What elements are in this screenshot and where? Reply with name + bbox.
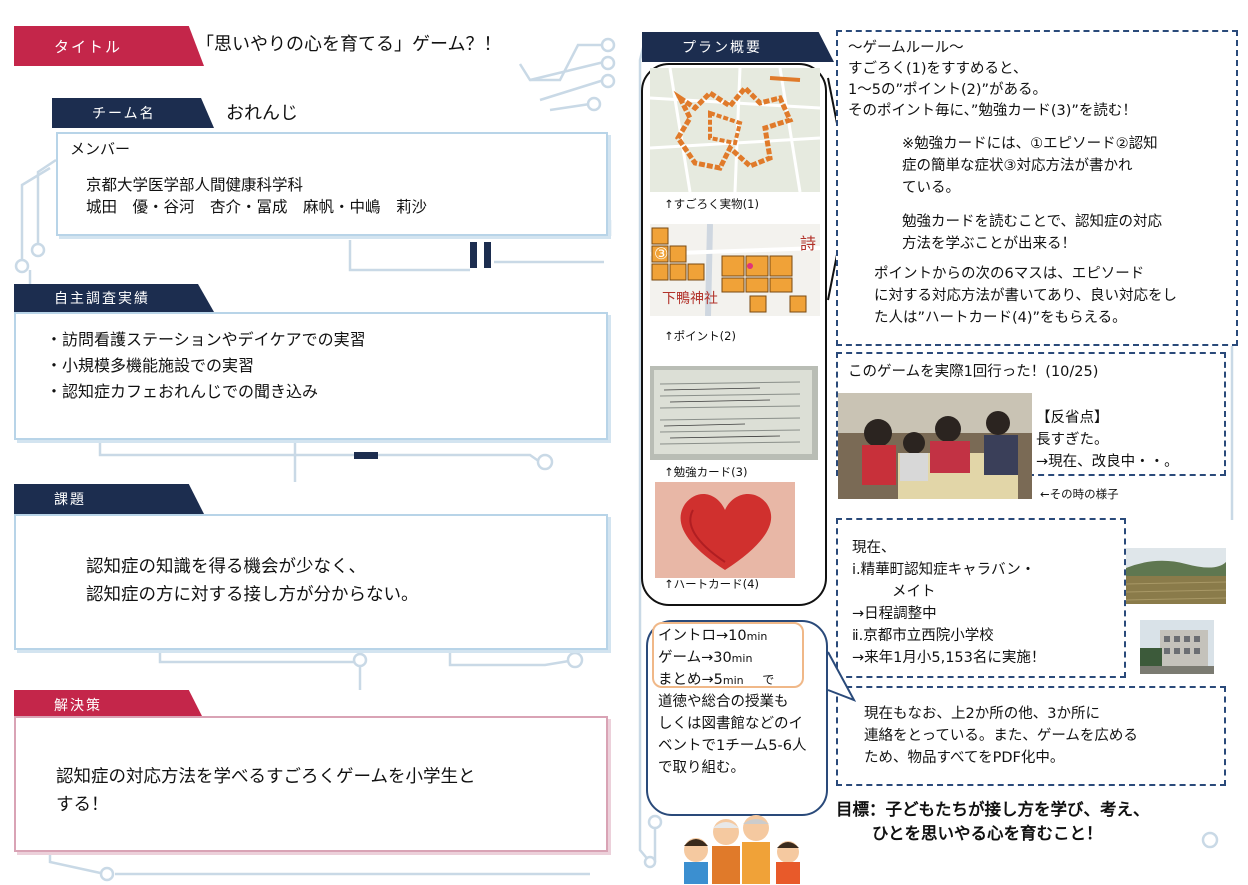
team-tag: チーム名 <box>52 98 214 128</box>
title-tag-label: タイトル <box>54 37 123 56</box>
issue-tag: 課題 <box>14 484 204 514</box>
scene-caption: ←その時の様子 <box>1040 487 1119 501</box>
rules-learn-line: 勉強カードを読むことで、認知症の対応 <box>902 214 1162 230</box>
schedule-game: ゲーム→30min <box>658 650 753 666</box>
research-panel: ・訪問看護ステーションやデイケアでの実習 ・小規模多機能施設での実習 ・認知症カ… <box>14 312 608 440</box>
current-box: 現在、 ⅰ.精華町認知症キャラバン・ メイト →日程調整中 ⅱ.京都市立西院小学… <box>836 518 1126 678</box>
current-line: →来年1月小5,153名に実施！ <box>852 650 1046 666</box>
issue-line: 認知症の方に対する接し方が分からない。 <box>86 585 419 605</box>
current-line: 現在、 <box>852 540 896 556</box>
research-tag: 自主調査実績 <box>14 284 214 312</box>
schedule-summary: まとめ→5min で <box>658 672 775 688</box>
solution-line: 認知症の対応方法を学べるすごろくゲームを小学生と <box>56 767 476 787</box>
trial-photo <box>838 393 1032 499</box>
research-tag-label: 自主調査実績 <box>54 291 150 307</box>
school-photo <box>1140 620 1214 674</box>
contact-box: 現在もなお、上2か所の他、3か所に 連絡をとっている。また、ゲームを広める ため… <box>836 686 1226 786</box>
research-item: ・小規模多機能施設での実習 <box>46 356 255 375</box>
solution-panel: 認知症の対応方法を学べるすごろくゲームを小学生と する！ <box>14 716 608 852</box>
members-affiliation: 京都大学医学部人間健康科学科 <box>86 176 304 194</box>
point-shrine: 下鴨神社 <box>662 291 718 307</box>
schedule-line: 道徳や総合の授業も <box>658 694 789 710</box>
rules-learn-line: 方法を学ぶことが出来る！ <box>902 236 1076 252</box>
contact-line: ため、物品すべてをPDF化中。 <box>864 750 1065 766</box>
current-line: メイト <box>892 584 936 600</box>
rules-line: すごろく(1)をすすめると、 <box>848 61 1028 77</box>
trial-line: 【反省点】 <box>1036 410 1109 426</box>
members-heading: メンバー <box>70 140 131 158</box>
field-photo <box>1126 548 1226 604</box>
current-line: ⅱ.京都市立西院小学校 <box>852 628 994 644</box>
rules-heart-line: に対する対応方法が書いてあり、良い対応をし <box>874 288 1178 304</box>
goal-line-1: 目標：子どもたちが接し方を学び、考え、 <box>836 800 1150 819</box>
heart-photo <box>655 482 795 578</box>
title-tag: タイトル <box>14 26 204 66</box>
board-caption: ↑すごろく実物(1) <box>664 197 759 211</box>
trial-line: 長すぎた。 <box>1036 432 1109 448</box>
current-line: ⅰ.精華町認知症キャラバン・ <box>852 562 1036 578</box>
point-number: ③ <box>654 244 669 263</box>
solution-line: する！ <box>56 795 109 815</box>
point-caption: ↑ポイント(2) <box>664 329 736 343</box>
plan-tag-label: プラン概要 <box>682 40 762 56</box>
trial-heading: このゲームを実際1回行った！(10/25) <box>848 364 1099 380</box>
heart-caption: ↑ハートカード(4) <box>664 577 759 591</box>
board-photo <box>650 68 820 192</box>
card-caption: ↑勉強カード(3) <box>664 465 748 479</box>
goal-line-2: ひとを思いやる心を育むこと！ <box>872 824 1103 843</box>
schedule-line: しくは図書館などのイ <box>658 716 803 732</box>
members-panel: メンバー 京都大学医学部人間健康科学科 城田 優・谷河 杏介・冨成 麻帆・中嶋 … <box>56 132 608 236</box>
card-photo <box>650 366 818 460</box>
current-line: →日程調整中 <box>852 606 937 622</box>
plan-tag: プラン概要 <box>642 32 834 62</box>
rules-line: そのポイント毎に、”勉強カード(3)”を読む！ <box>848 103 1137 119</box>
contact-line: 現在もなお、上2か所の他、3か所に <box>864 706 1100 722</box>
rules-note-line: ている。 <box>902 180 960 196</box>
rules-heart-line: ポイントからの次の6マスは、エピソード <box>874 266 1145 282</box>
members-names: 城田 優・谷河 杏介・冨成 麻帆・中嶋 莉沙 <box>86 198 428 216</box>
research-item: ・訪問看護ステーションやデイケアでの実習 <box>46 330 366 349</box>
family-illustration <box>684 815 800 884</box>
solution-tag-label: 解決策 <box>54 698 102 714</box>
schedule-pointer <box>827 651 856 702</box>
rules-note-line: ※勉強カードには、①エピソード②認知 <box>902 136 1158 152</box>
rules-heading: ～ゲームルール～ <box>848 40 964 56</box>
rules-heart-line: た人は”ハートカード(4)”をもらえる。 <box>874 310 1127 326</box>
point-photo: ③ 下鴨神社 詩 <box>650 224 820 316</box>
point-corner: 詩 <box>800 234 817 253</box>
team-name: おれんじ <box>226 103 298 124</box>
page-title: 「思いやりの心を育てる」ゲーム？！ <box>196 34 502 55</box>
issue-panel: 認知症の知識を得る機会が少なく、 認知症の方に対する接し方が分からない。 <box>14 514 608 650</box>
schedule-line: で取り組む。 <box>658 760 745 776</box>
schedule-line: ベントで1チーム5-6人 <box>658 738 807 754</box>
rules-line: 1～5の”ポイント(2)”がある。 <box>848 82 1048 98</box>
rules-note-line: 症の簡単な症状③対応方法が書かれ <box>902 158 1133 174</box>
team-tag-label: チーム名 <box>92 106 156 122</box>
issue-line: 認知症の知識を得る機会が少なく、 <box>86 557 366 577</box>
trial-line: →現在、改良中・・。 <box>1036 454 1179 470</box>
rules-box: ～ゲームルール～ すごろく(1)をすすめると、 1～5の”ポイント(2)”がある… <box>836 30 1238 346</box>
schedule-intro: イントロ→10min <box>658 628 768 644</box>
contact-line: 連絡をとっている。また、ゲームを広める <box>864 728 1138 744</box>
issue-tag-label: 課題 <box>54 492 86 508</box>
research-item: ・認知症カフェおれんじでの聞き込み <box>46 382 319 401</box>
